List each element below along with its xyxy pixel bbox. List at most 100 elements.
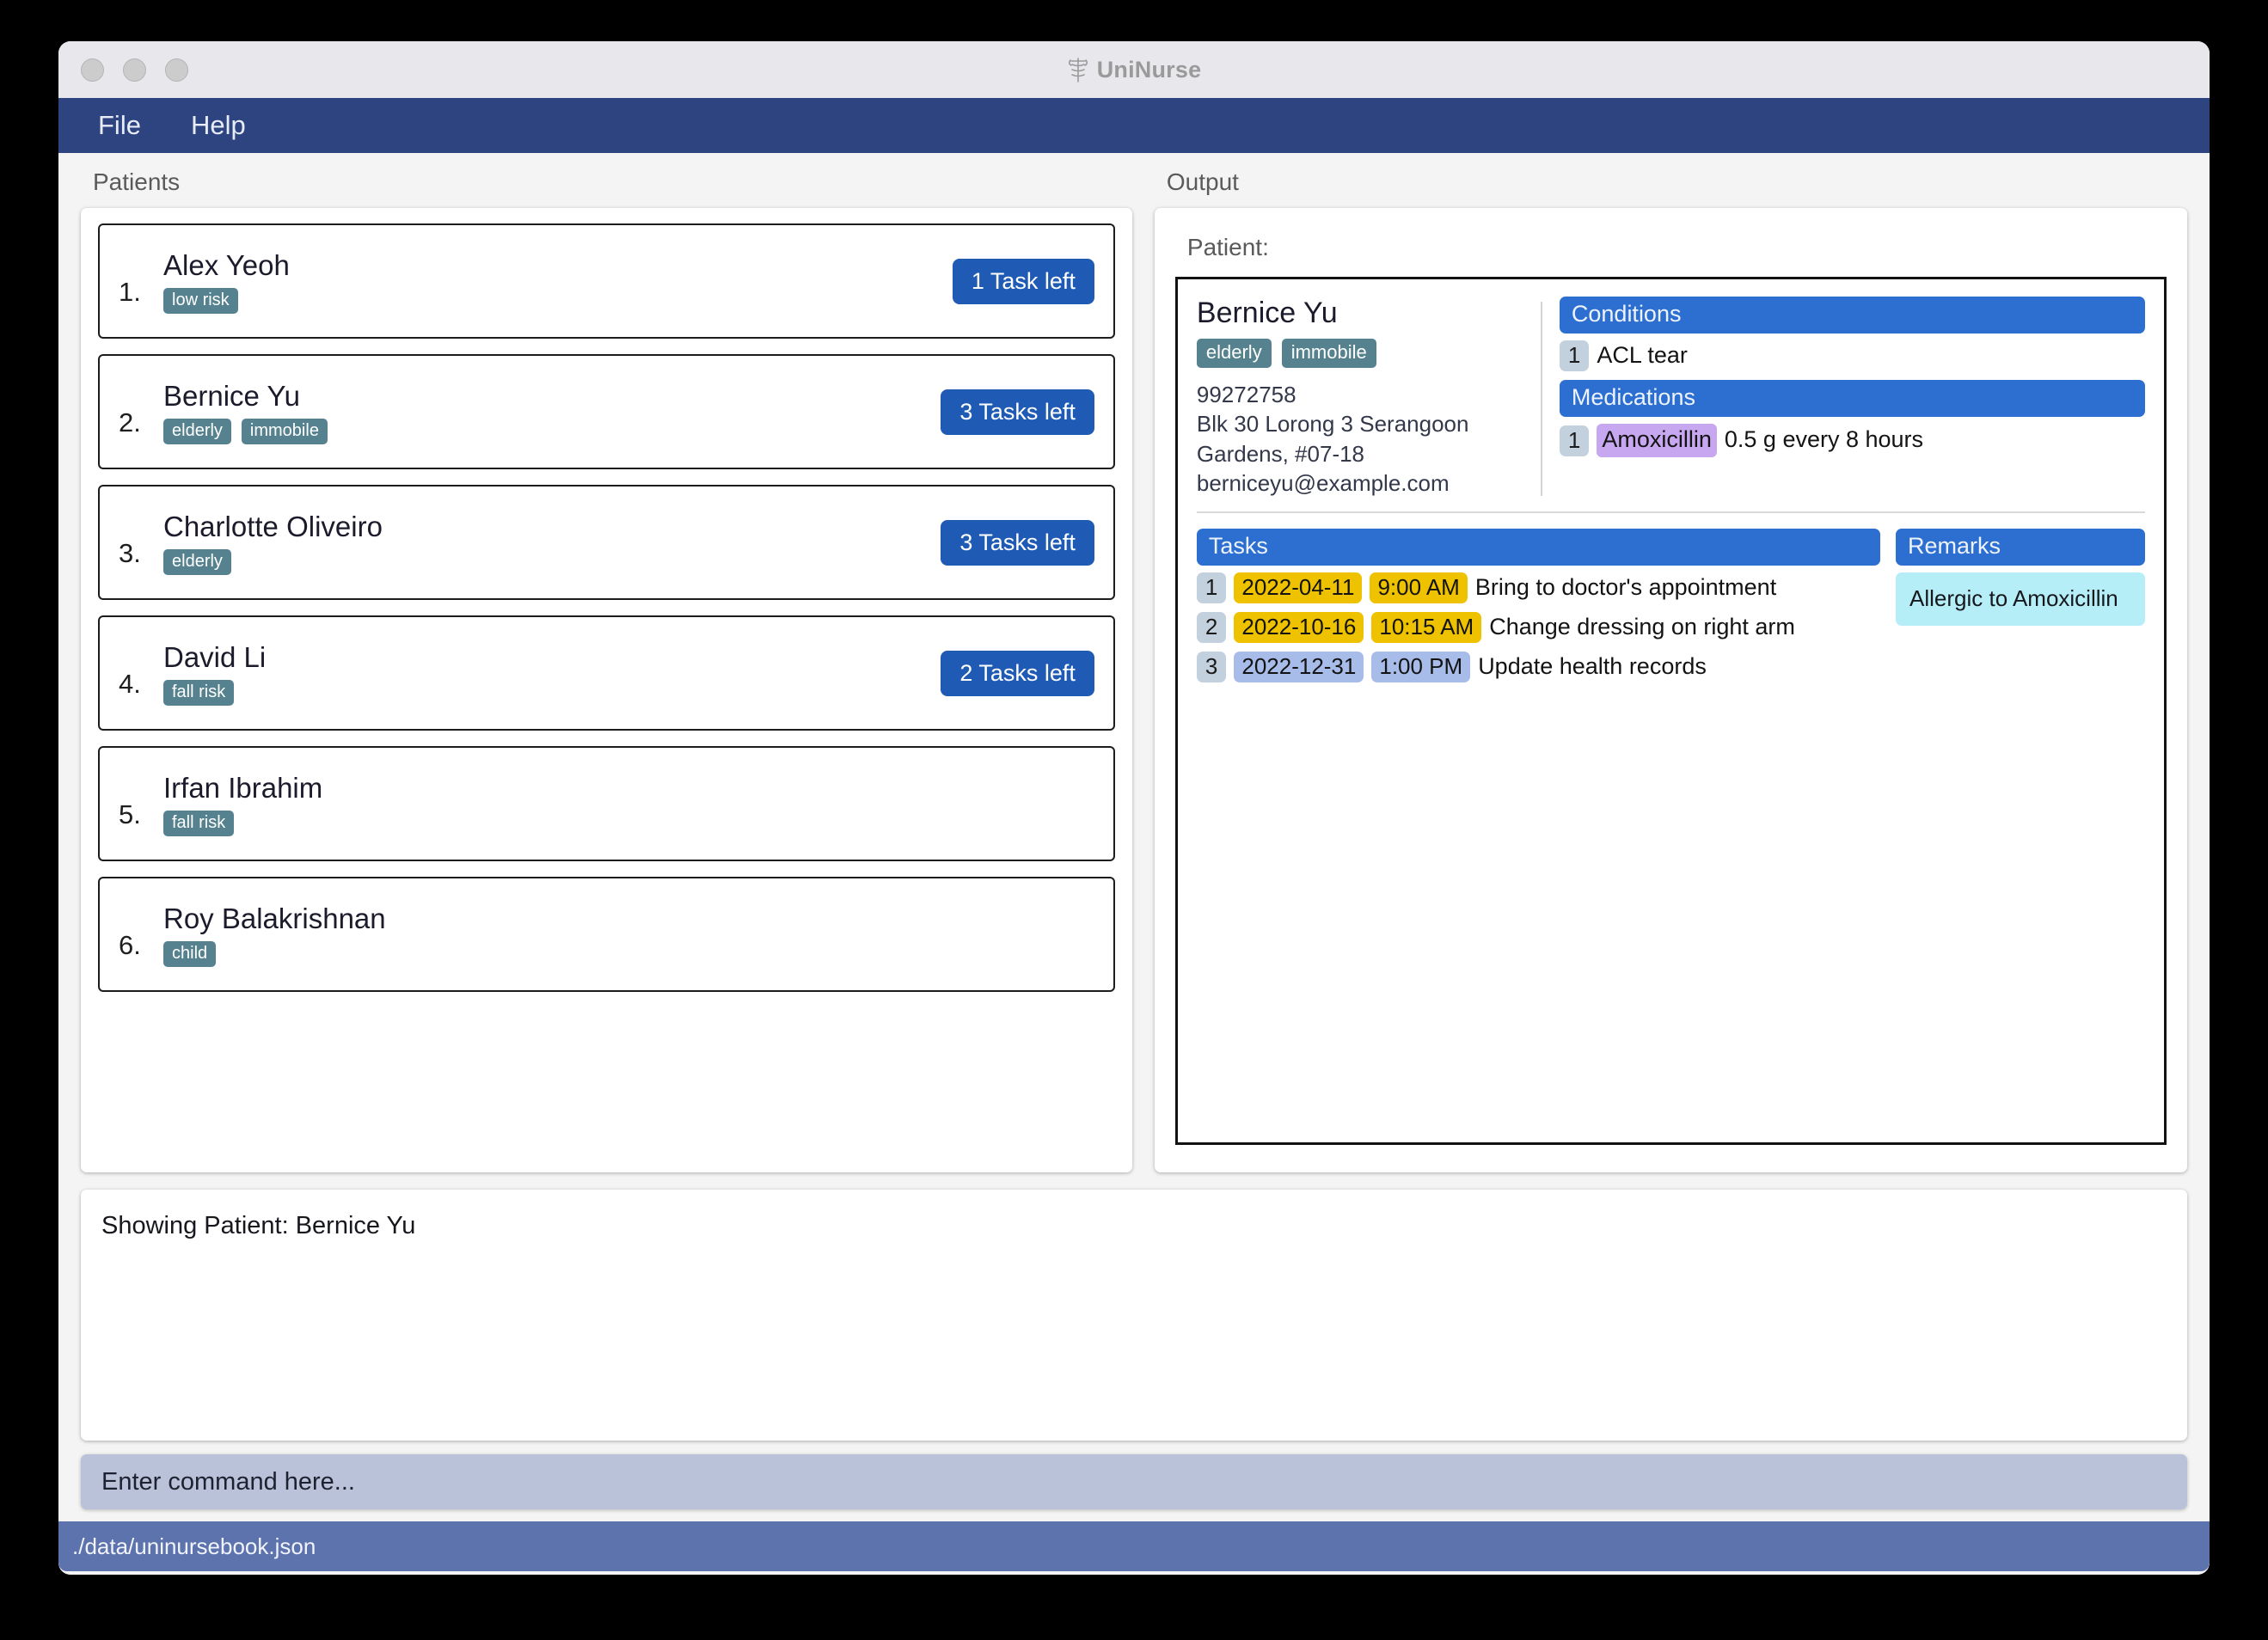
- patient-name: Roy Balakrishnan: [163, 902, 386, 934]
- patient-card-main: Roy Balakrishnan child: [163, 903, 1094, 967]
- patient-index: 3.: [119, 538, 141, 568]
- patient-detail-card: Bernice Yu elderly immobile 99272758 Blk…: [1174, 277, 2167, 1145]
- status-bar-file-path: ./data/uninursebook.json: [72, 1533, 316, 1559]
- patient-list-item[interactable]: 2. Bernice Yu elderly immobile 3 Tasks l…: [98, 354, 1115, 469]
- medication-row: 1 Amoxicillin 0.5 g every 8 hours: [1559, 424, 2145, 457]
- patient-card-main: Irfan Ibrahim fall risk: [163, 772, 1094, 836]
- patient-detail-top: Bernice Yu elderly immobile 99272758 Blk…: [1196, 297, 2145, 498]
- patient-name: Bernice Yu: [163, 379, 301, 412]
- window-title-text: UniNurse: [1096, 56, 1202, 83]
- status-bar-footer: ./data/uninursebook.json: [58, 1521, 2210, 1571]
- medications-header: Medications: [1559, 380, 2145, 417]
- detail-contact-block: 99272758 Blk 30 Lorong 3 Serangoon Garde…: [1197, 380, 1525, 498]
- app-window: UniNurse File Help Patients 1. Alex Yeoh…: [58, 41, 2210, 1575]
- medication-dosage: 0.5 g every 8 hours: [1724, 426, 1924, 452]
- task-date: 2022-04-11: [1234, 572, 1363, 604]
- medication-name: Amoxicillin: [1597, 424, 1717, 457]
- patient-tag: child: [163, 940, 217, 967]
- title-bar: UniNurse: [58, 41, 2210, 98]
- command-input[interactable]: [101, 1467, 2167, 1496]
- output-pane-label: Output: [1166, 168, 1239, 195]
- patient-list[interactable]: 1. Alex Yeoh low risk 1 Task left 2. Ber: [81, 208, 1132, 1172]
- patient-tasks-badge: 1 Task left: [952, 258, 1094, 304]
- maximize-window-button[interactable]: [165, 58, 188, 82]
- patient-index: 4.: [119, 669, 141, 699]
- panes-container: Patients 1. Alex Yeoh low risk 1 Task le…: [58, 153, 2210, 1172]
- close-window-button[interactable]: [81, 58, 104, 82]
- patient-tags: fall risk: [163, 679, 941, 706]
- task-time: 10:15 AM: [1371, 612, 1482, 644]
- task-index: 3: [1196, 652, 1227, 683]
- patient-tag: immobile: [241, 418, 328, 444]
- tasks-header: Tasks: [1196, 529, 1880, 566]
- result-display: Showing Patient: Bernice Yu: [81, 1190, 2187, 1441]
- task-date: 2022-10-16: [1234, 612, 1364, 644]
- patients-pane-label: Patients: [93, 168, 181, 195]
- menu-item-help[interactable]: Help: [184, 107, 253, 144]
- detail-address-line-1: Blk 30 Lorong 3 Serangoon: [1196, 411, 1469, 438]
- patient-tags: fall risk: [163, 810, 1094, 836]
- patient-tag: low risk: [163, 287, 238, 314]
- detail-patient-tag: elderly: [1196, 339, 1272, 368]
- window-title-bar-label: UniNurse: [58, 57, 2210, 83]
- command-box-wrapper: [58, 1441, 2210, 1509]
- medication-index: 1: [1559, 425, 1590, 456]
- condition-text: ACL tear: [1597, 341, 1688, 368]
- body-area: Patients 1. Alex Yeoh low risk 1 Task le…: [58, 153, 2210, 1575]
- patient-tags: child: [163, 940, 1094, 967]
- patient-index: 6.: [119, 930, 141, 960]
- patients-pane: Patients 1. Alex Yeoh low risk 1 Task le…: [81, 153, 1132, 1172]
- detail-patient-tag: immobile: [1281, 339, 1376, 368]
- task-description: Change dressing on right arm: [1489, 613, 1795, 639]
- task-row: 3 2022-12-31 1:00 PM Update health recor…: [1196, 652, 1880, 683]
- task-time: 1:00 PM: [1371, 652, 1471, 683]
- tasks-remarks-block: Tasks 1 2022-04-11 9:00 AM Bring to doct…: [1196, 529, 2145, 1125]
- detail-patient-name: Bernice Yu: [1196, 297, 1338, 329]
- detail-patient-tags: elderly immobile: [1196, 339, 1525, 368]
- condition-index: 1: [1559, 340, 1590, 371]
- patient-list-item[interactable]: 5. Irfan Ibrahim fall risk: [98, 746, 1115, 861]
- output-pane: Output Patient: Bernice Yu elderly immob…: [1154, 153, 2187, 1172]
- patient-list-item[interactable]: 3. Charlotte Oliveiro elderly 3 Tasks le…: [98, 485, 1115, 600]
- patient-index: 2.: [119, 407, 141, 438]
- patient-identity-block: Bernice Yu elderly immobile 99272758 Blk…: [1196, 297, 1541, 498]
- patient-name: David Li: [163, 640, 267, 673]
- patient-index: 5.: [119, 799, 141, 829]
- command-box[interactable]: [81, 1454, 2187, 1509]
- result-display-text: Showing Patient: Bernice Yu: [101, 1212, 416, 1239]
- remark-item: Allergic to Amoxicillin: [1896, 572, 2145, 627]
- output-panel: Patient: Bernice Yu elderly immobile 992…: [1154, 208, 2187, 1172]
- menu-item-file[interactable]: File: [91, 107, 148, 144]
- patient-card-main: Alex Yeoh low risk: [163, 249, 953, 314]
- patient-list-item[interactable]: 1. Alex Yeoh low risk 1 Task left: [98, 223, 1115, 339]
- detail-address-line-2: Gardens, #07-18: [1196, 440, 1365, 467]
- patient-name: Irfan Ibrahim: [163, 771, 323, 804]
- remarks-header: Remarks: [1896, 529, 2145, 566]
- detail-email: berniceyu@example.com: [1196, 469, 1450, 496]
- patient-tasks-badge: 3 Tasks left: [941, 519, 1094, 566]
- condition-row: 1 ACL tear: [1559, 340, 2145, 371]
- patient-tag: elderly: [163, 548, 231, 575]
- patient-tags: elderly: [163, 548, 941, 575]
- patient-name: Alex Yeoh: [163, 248, 290, 281]
- patient-tasks-badge: 3 Tasks left: [941, 389, 1094, 435]
- task-time: 9:00 AM: [1370, 572, 1468, 604]
- horizontal-divider: [1196, 511, 2145, 514]
- patient-list-item[interactable]: 6. Roy Balakrishnan child: [98, 877, 1115, 992]
- patient-tag: fall risk: [163, 810, 235, 836]
- task-row: 1 2022-04-11 9:00 AM Bring to doctor's a…: [1196, 572, 1880, 604]
- task-date: 2022-12-31: [1234, 652, 1364, 683]
- patient-name: Charlotte Oliveiro: [163, 510, 383, 542]
- minimize-window-button[interactable]: [123, 58, 146, 82]
- remarks-column: Remarks Allergic to Amoxicillin: [1896, 529, 2145, 1125]
- patient-tags: low risk: [163, 287, 953, 314]
- menu-bar: File Help: [58, 98, 2210, 153]
- patient-tag: elderly: [163, 418, 231, 444]
- patient-index: 1.: [119, 277, 141, 307]
- patient-list-item[interactable]: 4. David Li fall risk 2 Tasks left: [98, 615, 1115, 731]
- result-display-wrapper: Showing Patient: Bernice Yu: [58, 1172, 2210, 1441]
- caduceus-icon: [1067, 57, 1089, 83]
- patient-card-main: David Li fall risk: [163, 641, 941, 706]
- tasks-column: Tasks 1 2022-04-11 9:00 AM Bring to doct…: [1196, 529, 1880, 1125]
- detail-phone: 99272758: [1196, 382, 1296, 407]
